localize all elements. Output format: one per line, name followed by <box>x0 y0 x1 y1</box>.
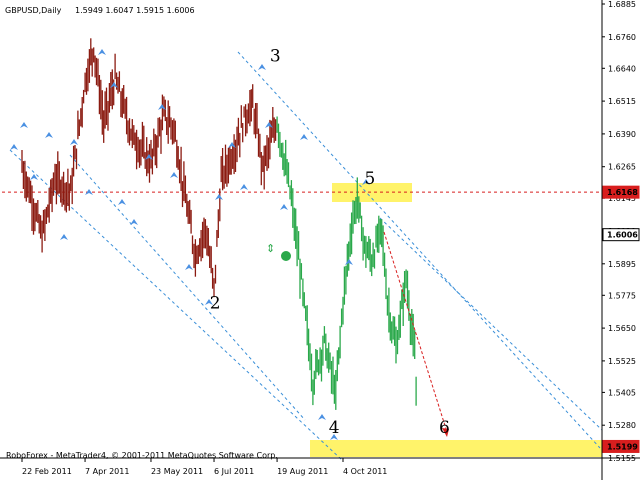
price-level-label: 1.6006 <box>607 231 638 240</box>
fractal-arrow-icon <box>70 139 78 145</box>
y-tick-label: 1.5405 <box>608 388 636 397</box>
x-tick-label: 7 Apr 2011 <box>85 467 129 476</box>
fractal-arrow-icon <box>300 134 308 140</box>
fractal-arrow-icon <box>20 122 28 128</box>
wave-label-2: 2 <box>210 293 221 313</box>
fractal-arrow-icon <box>170 172 178 178</box>
fractal-arrow-icon <box>118 199 126 205</box>
footer-credit: RoboForex - MetaTrader4, © 2001-2011 Met… <box>6 451 278 460</box>
y-tick-label: 1.6640 <box>608 64 636 73</box>
fractal-arrow-icon <box>10 144 18 150</box>
y-tick-label: 1.6515 <box>608 97 636 106</box>
fractal-arrow-icon <box>60 234 68 240</box>
y-tick-label: 1.6390 <box>608 130 636 139</box>
fractal-arrow-icon <box>280 204 288 210</box>
channel-line <box>237 51 601 449</box>
forex-chart: ⇕ 2 3 4 5 6 1.6885 1.6760 1.6640 1.6515 1.6390 1.6… <box>0 0 640 480</box>
x-tick-label: 4 Oct 2011 <box>343 467 387 476</box>
y-tick-label: 1.6265 <box>608 163 636 172</box>
signal-arrow-icon: ⇕ <box>266 242 275 255</box>
y-tick-label: 1.5155 <box>608 454 636 463</box>
y-tick-label: 1.5525 <box>608 357 636 366</box>
fractal-arrow-icon <box>228 142 236 148</box>
y-tick-label: 1.5775 <box>608 291 636 300</box>
y-tick-label: 1.6760 <box>608 33 636 42</box>
symbol-label: GBPUSD,Daily <box>5 6 62 15</box>
y-tick-label: 1.5895 <box>608 260 636 269</box>
fractal-arrow-icon <box>215 194 223 200</box>
x-tick-label: 6 Jul 2011 <box>214 467 254 476</box>
fractal-arrow-icon <box>258 64 266 70</box>
fractal-arrow-icon <box>45 132 53 138</box>
price-level-label: 1.6168 <box>607 188 638 197</box>
fractal-arrow-icon <box>240 184 248 190</box>
x-tick-label: 23 May 2011 <box>151 467 203 476</box>
fractal-arrow-icon <box>130 219 138 225</box>
x-tick-label: 19 Aug 2011 <box>277 467 328 476</box>
wave-label-6: 6 <box>439 418 450 438</box>
wave-label-4: 4 <box>329 418 340 438</box>
pivot-dot <box>281 251 291 261</box>
fractal-arrow-icon <box>185 264 193 270</box>
wave-label-3: 3 <box>270 47 281 67</box>
y-tick-label: 1.5650 <box>608 324 636 333</box>
chart-canvas: ⇕ 2 3 4 5 6 1.6885 1.6760 1.6640 1.6515 1.6390 1.6… <box>0 0 640 480</box>
wave-label-5: 5 <box>365 169 376 189</box>
x-tick-label: 22 Feb 2011 <box>22 467 72 476</box>
target-zone <box>310 440 602 457</box>
ohlc-quote: 1.5949 1.6047 1.5915 1.6006 <box>75 6 195 15</box>
y-tick-label: 1.5280 <box>608 421 636 430</box>
channel-line <box>69 154 306 421</box>
fractal-arrow-icon <box>318 414 326 420</box>
price-level-label: 1.5199 <box>607 442 638 451</box>
fractal-arrow-icon <box>98 49 106 55</box>
y-tick-label: 1.6885 <box>608 0 636 9</box>
